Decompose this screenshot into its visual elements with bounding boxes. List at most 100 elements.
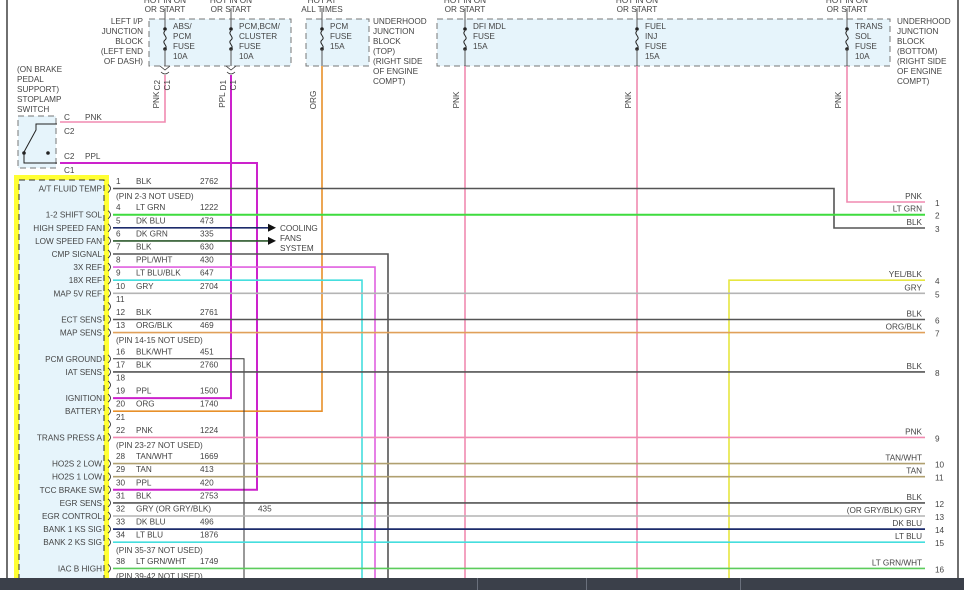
- pin-number: 32: [116, 505, 126, 514]
- right-terminal-number: 10: [935, 461, 945, 470]
- fuse-label: ABS/: [173, 22, 192, 31]
- fuse-power-status: OR START: [827, 5, 868, 14]
- switch-terminal-label: C2: [64, 152, 75, 161]
- fuse-power-status: OR START: [211, 5, 252, 14]
- cooling-fans-label: FANS: [280, 234, 302, 243]
- fuse-label: FUSE: [645, 42, 667, 51]
- right-wire-color-label: DK BLU: [892, 519, 922, 528]
- pin-number: 10: [116, 282, 126, 291]
- pin-circuit-number: 435: [258, 505, 272, 514]
- pin-number: 9: [116, 269, 121, 278]
- junction-block-label: OF ENGINE: [373, 67, 419, 76]
- junction-block-label: (BOTTOM): [897, 47, 938, 56]
- junction-block-label: JUNCTION: [102, 27, 143, 36]
- junction-block-label: BLOCK: [115, 37, 143, 46]
- right-wire-color-label: BLK: [907, 310, 923, 319]
- fuse-terminal: [229, 27, 233, 31]
- pin-number: 34: [116, 531, 126, 540]
- fuse-terminal: [635, 27, 639, 31]
- pin-wire-color: BLK: [136, 177, 152, 186]
- connector-label: C1: [163, 80, 172, 91]
- fuse-label: SOL: [855, 32, 872, 41]
- switch-terminal-label: C: [64, 113, 70, 122]
- fuse-terminal: [163, 27, 167, 31]
- pin-circuit-number: 1500: [200, 387, 219, 396]
- fuse-label: DFI MDL: [473, 22, 506, 31]
- pin-number: 7: [116, 243, 121, 252]
- fuse-label: 10A: [855, 52, 870, 61]
- pin-wire-color: DK GRN: [136, 229, 168, 238]
- pin-circuit-number: 335: [200, 229, 214, 238]
- pin-circuit-number: 469: [200, 321, 214, 330]
- pin-number: 12: [116, 308, 126, 317]
- fuse-terminal: [463, 27, 467, 31]
- pin-circuit-number: 2761: [200, 308, 219, 317]
- pin-number: 5: [116, 216, 121, 225]
- right-terminal-number: 13: [935, 513, 945, 522]
- pin-circuit-number: 1224: [200, 426, 219, 435]
- pin-wire-color: ORG: [136, 400, 155, 409]
- pcm-terminal-label: HO2S 2 LOW: [52, 460, 102, 469]
- stoplamp-switch-label: (ON BRAKE: [17, 65, 63, 74]
- pin-number: 4: [116, 203, 121, 212]
- junction-block-label: COMPT): [373, 77, 406, 86]
- right-terminal-number: 8: [935, 369, 940, 378]
- right-wire-color-label: LT GRN/WHT: [872, 558, 922, 567]
- pin-circuit-number: 2753: [200, 491, 219, 500]
- arrow-icon: [268, 223, 276, 232]
- pin-circuit-number: 630: [200, 243, 214, 252]
- fuse-label: CLUSTER: [239, 32, 277, 41]
- connector-label: C1: [229, 80, 238, 91]
- pcm-terminal-label: PCM GROUND: [45, 355, 102, 364]
- pin-wire-color: PPL: [136, 387, 152, 396]
- wire-pnk-trans-sol-fuse: [846, 66, 925, 203]
- fuse-label: 15A: [645, 52, 660, 61]
- stoplamp-switch-label: SUPPORT): [17, 85, 59, 94]
- pin-number: 17: [116, 360, 126, 369]
- fuse-label: FUSE: [855, 42, 877, 51]
- pin-number: 28: [116, 452, 126, 461]
- fuse-label: PCM,BCM/: [239, 22, 281, 31]
- junction-block-label: OF ENGINE: [897, 67, 943, 76]
- wire-pin-1: [113, 187, 925, 229]
- pin-wire-color: LT BLU/BLK: [136, 269, 181, 278]
- pcm-terminal-label: BATTERY: [65, 407, 103, 416]
- switch-terminal: [46, 151, 50, 155]
- stoplamp-switch-label: STOPLAMP: [17, 95, 62, 104]
- right-wire-color-label: BLK: [907, 218, 923, 227]
- pin-circuit-number: 1749: [200, 557, 219, 566]
- pin-circuit-number: 413: [200, 465, 214, 474]
- pcm-terminal-label: BANK 2 KS SIG: [43, 538, 102, 547]
- right-terminal-number: 9: [935, 434, 940, 443]
- pin-wire-color: TAN: [136, 465, 152, 474]
- right-terminal-number: 1: [935, 199, 940, 208]
- pcm-terminal-label: HIGH SPEED FAN: [33, 224, 102, 233]
- stoplamp-switch-label: PEDAL: [17, 75, 44, 84]
- pcm-terminal-label: HO2S 1 LOW: [52, 473, 102, 482]
- fuse-power-status: ALL TIMES: [301, 5, 343, 14]
- pin-circuit-number: 2762: [200, 177, 219, 186]
- fuse-label: 15A: [473, 42, 488, 51]
- connector-icon: [159, 65, 171, 75]
- junction-block-label: UNDERHOOD: [373, 17, 427, 26]
- bottom-toolbar[interactable]: [0, 578, 964, 590]
- pcm-terminal-label: EGR CONTROL: [42, 512, 102, 521]
- junction-block-label: UNDERHOOD: [897, 17, 951, 26]
- pin-wire-color: PNK: [136, 426, 153, 435]
- fuse-power-status: OR START: [145, 5, 186, 14]
- fuse-label: 10A: [239, 52, 254, 61]
- switch-connector-label: C2: [64, 127, 75, 136]
- pin-not-used-note: (PIN 14-15 NOT USED): [116, 336, 203, 345]
- pin-circuit-number: 430: [200, 256, 214, 265]
- pin-wire-color: GRY: [136, 282, 154, 291]
- junction-block-label: JUNCTION: [373, 27, 414, 36]
- pin-circuit-number: 451: [200, 347, 214, 356]
- pin-number: 8: [116, 256, 121, 265]
- pin-number: 33: [116, 518, 126, 527]
- pin-not-used-note: (PIN 2-3 NOT USED): [116, 192, 194, 201]
- pin-wire-color: LT BLU: [136, 531, 163, 540]
- pin-wire-color: DK BLU: [136, 216, 166, 225]
- right-terminal-number: 14: [935, 526, 945, 535]
- pin-wire-color: LT GRN: [136, 203, 165, 212]
- connector-label: D1: [219, 80, 228, 91]
